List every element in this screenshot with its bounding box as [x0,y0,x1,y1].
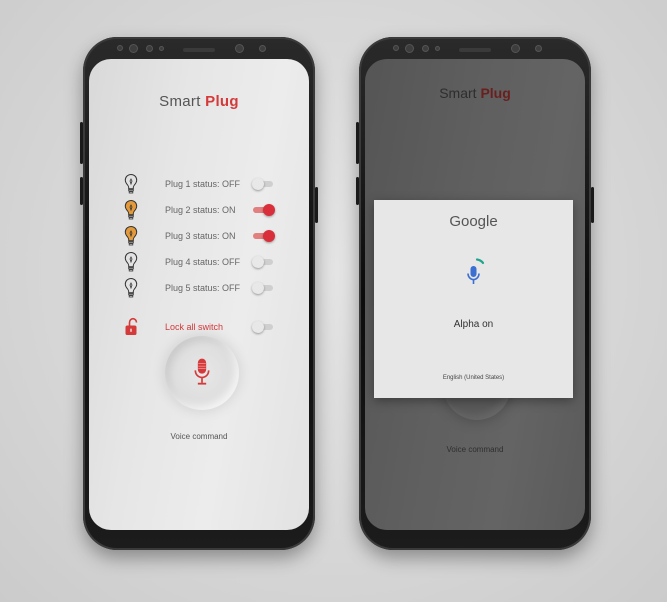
microphone-icon[interactable] [464,258,486,288]
lock-all-label: Lock all switch [165,322,224,332]
smart-plug-app: Smart Plug Plug 1 status: OFF Plug 2 sta… [89,0,309,602]
plug-row-1: Plug 1 status: OFF [123,173,275,195]
plug-2-toggle[interactable] [253,204,275,216]
plug-row-4: Plug 4 status: OFF [123,251,275,273]
google-brand: Google [449,213,498,230]
lock-all-toggle[interactable] [252,321,275,333]
unlock-icon [125,317,138,335]
recognized-phrase: Alpha on [453,319,494,330]
plug-5-toggle[interactable] [252,282,275,294]
lock-all-row: Lock all switch [123,316,275,338]
voice-command-label: Voice command [446,445,504,454]
plug-status-label: Plug 4 status: OFF [165,257,241,267]
plug-status-label: Plug 5 status: OFF [165,283,241,293]
plug-row-2: Plug 2 status: ON [123,199,275,221]
plug-1-toggle[interactable] [252,178,275,190]
lightbulb-on-icon [124,225,138,246]
voice-command-label: Voice command [170,432,228,441]
plug-row-3: Plug 3 status: ON [123,225,275,247]
plug-4-toggle[interactable] [252,256,275,268]
plug-row-5: Plug 5 status: OFF [123,277,275,299]
lightbulb-on-icon [124,199,138,220]
plug-status-label: Plug 2 status: ON [165,205,236,215]
plug-status-label: Plug 1 status: OFF [165,179,241,189]
plug-3-toggle[interactable] [253,230,275,242]
google-assistant-dialog[interactable]: Google Alpha on English (United States) [374,200,573,398]
page-title: Smart Plug [159,93,239,110]
language-selector[interactable]: English (United States) [374,375,573,381]
plug-status-label: Plug 3 status: ON [165,231,236,241]
page-title: Smart Plug [439,85,511,101]
voice-command-button[interactable] [165,336,239,410]
lightbulb-off-icon [124,173,138,194]
microphone-icon [194,358,210,385]
lightbulb-off-icon [124,277,138,298]
lightbulb-off-icon [124,251,138,272]
